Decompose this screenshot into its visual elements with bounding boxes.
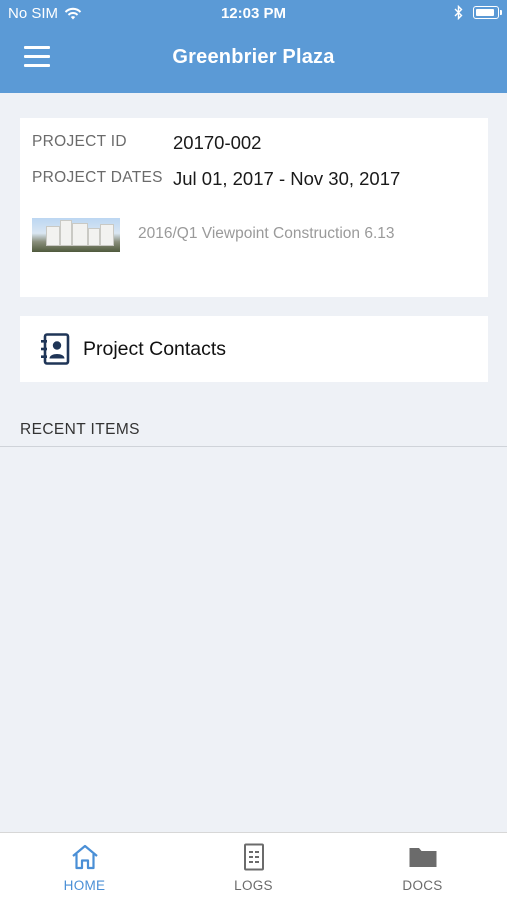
battery-icon [473, 6, 502, 19]
page-title: Greenbrier Plaza [172, 46, 335, 68]
bluetooth-icon [454, 5, 463, 20]
tab-logs[interactable]: LOGS [169, 833, 338, 901]
section-divider [0, 446, 507, 447]
tab-home[interactable]: HOME [0, 833, 169, 901]
status-bar: No SIM 12:03 PM [0, 0, 507, 28]
status-time: 12:03 PM [220, 5, 287, 22]
folder-icon [409, 848, 437, 867]
contacts-book-icon [41, 333, 70, 365]
project-id-value: 20170-002 [173, 132, 262, 153]
project-contacts-label: Project Contacts [83, 338, 227, 360]
tab-docs-label: DOCS [402, 878, 443, 893]
project-dates-value: Jul 01, 2017 - Nov 30, 2017 [173, 168, 401, 189]
project-thumbnail [32, 218, 120, 252]
project-info-card: PROJECT ID 20170-002 PROJECT DATES Jul 0… [20, 118, 488, 297]
project-id-label: PROJECT ID [32, 133, 127, 150]
logs-icon [244, 843, 264, 871]
recent-items-heading: RECENT ITEMS [20, 421, 140, 438]
version-text: 2016/Q1 Viewpoint Construction 6.13 [138, 225, 395, 242]
tab-bar: HOME LOGS DOCS [0, 832, 507, 901]
tab-docs[interactable]: DOCS [338, 833, 507, 901]
tab-logs-label: LOGS [234, 878, 273, 893]
tab-home-label: HOME [63, 878, 106, 893]
project-dates-label: PROJECT DATES [32, 169, 163, 186]
app-header: No SIM 12:03 PM Greenbrier Plaza [0, 0, 507, 93]
home-icon [72, 844, 98, 870]
project-contacts-button[interactable]: Project Contacts [20, 316, 488, 382]
